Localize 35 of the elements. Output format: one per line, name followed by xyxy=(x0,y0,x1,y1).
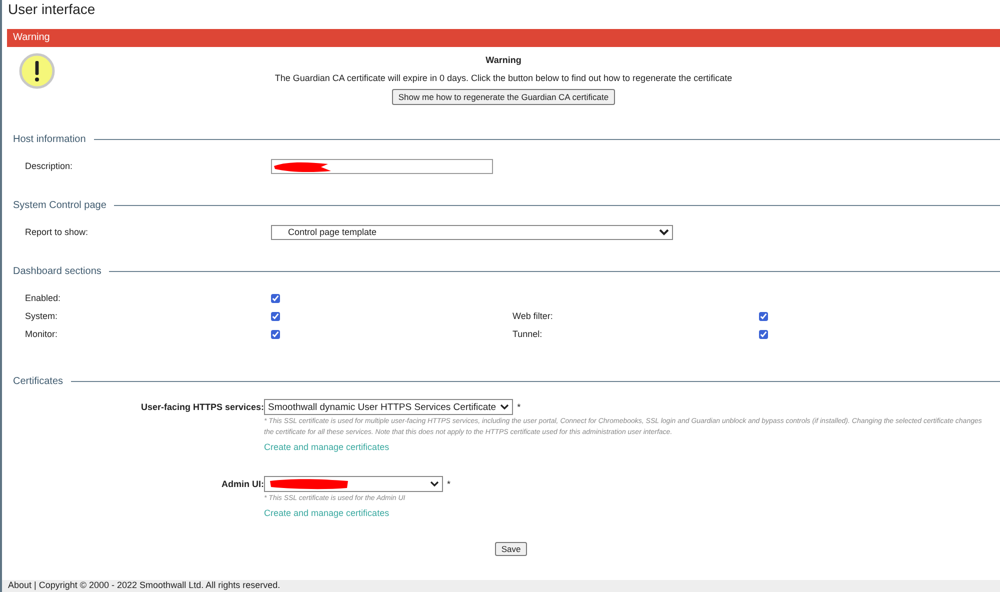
warning-title: Warning xyxy=(486,55,522,65)
field-label: Description: xyxy=(25,161,74,171)
certificate-select[interactable] xyxy=(264,476,443,492)
chevron-down-icon xyxy=(430,481,439,487)
field-label: Admin UI: xyxy=(220,478,264,491)
certificate-select[interactable]: Smoothwall dynamic User HTTPS Services Certificate xyxy=(264,399,514,415)
checkbox-label: Enabled: xyxy=(25,293,62,303)
description-field[interactable] xyxy=(271,158,493,174)
report-select[interactable]: Control page template xyxy=(271,224,673,240)
section-legend: Certificates xyxy=(13,376,64,386)
warning-message: The Guardian CA certificate will expire in 0 days. Click the button below to find out how to regenerate the certificate xyxy=(274,73,732,83)
warning-header: Warning xyxy=(7,29,1000,47)
save-button[interactable]: Save xyxy=(495,542,527,556)
regenerate-button[interactable]: Show me how to regenerate the Guardian CA certificate xyxy=(392,89,615,105)
chevron-down-icon xyxy=(500,404,510,410)
checkbox-label: Web filter: xyxy=(512,311,554,321)
checkbox[interactable] xyxy=(271,330,280,338)
section-legend: Dashboard sections xyxy=(13,266,102,276)
required-mark: * xyxy=(447,479,451,489)
warning-icon xyxy=(19,53,55,89)
checkbox[interactable] xyxy=(758,312,768,320)
checkbox-label: System: xyxy=(25,311,59,321)
section-legend: Host information xyxy=(13,134,86,144)
page-title: User interface xyxy=(7,0,96,19)
footer-text: About | Copyright © 2000 - 2022 Smoothwall Ltd. All rights reserved. xyxy=(8,580,280,590)
field-label: User-facing HTTPS services: xyxy=(140,401,264,414)
checkbox[interactable] xyxy=(271,294,280,302)
redaction-mark xyxy=(273,160,333,172)
checkbox[interactable] xyxy=(758,330,768,338)
section-legend: System Control page xyxy=(13,200,106,210)
checkbox-label: Tunnel: xyxy=(512,329,544,339)
field-label: Report to show: xyxy=(25,227,90,237)
checkbox[interactable] xyxy=(271,312,280,320)
required-mark: * xyxy=(517,402,521,412)
checkbox-label: Monitor: xyxy=(25,329,59,339)
